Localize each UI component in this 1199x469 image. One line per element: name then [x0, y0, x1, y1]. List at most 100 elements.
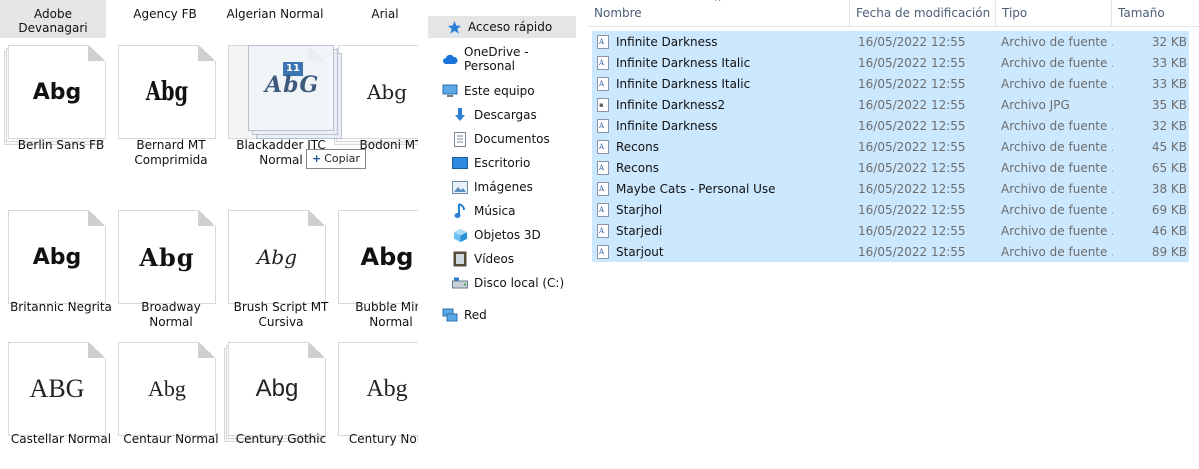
drive-icon — [452, 275, 468, 291]
font-tile-label: Century Gothic — [235, 432, 327, 446]
nav-item-documents[interactable]: Documentos — [428, 128, 580, 150]
file-name: Starjhol — [616, 202, 663, 217]
copy-tooltip-label: Copiar — [324, 152, 360, 165]
music-icon — [452, 203, 468, 219]
table-row[interactable]: A Recons 16/05/2022 12:55 Archivo de fuente… — [592, 136, 1189, 157]
font-sample: Abg — [366, 80, 408, 104]
file-name: Infinite Darkness Italic — [616, 76, 751, 91]
font-file-icon: A — [597, 181, 609, 196]
nav-item-network[interactable]: Red — [428, 304, 580, 326]
nav-item-desktop[interactable]: Escritorio — [428, 152, 580, 174]
font-tile-label: Broadway Normal — [141, 300, 201, 329]
font-label-algerian[interactable]: Algerian Normal — [222, 0, 328, 38]
font-tile-label: Centaur Normal — [123, 432, 219, 446]
file-date: 16/05/2022 12:55 — [858, 181, 966, 196]
nav-label: Acceso rápido — [468, 20, 553, 34]
nav-item-music[interactable]: Música — [428, 200, 580, 222]
nav-label: Imágenes — [474, 180, 533, 194]
file-size: 32 KB — [1151, 118, 1187, 133]
font-tile-label: Berlin Sans FB — [17, 138, 105, 152]
font-label-arial[interactable]: Arial — [332, 0, 418, 38]
column-header-type[interactable]: Tipo — [996, 0, 1112, 26]
font-tile-label: Century Norm — [348, 432, 418, 446]
file-name: Infinite Darkness — [616, 118, 718, 133]
font-sample: Abg — [255, 375, 299, 402]
table-row[interactable]: A Recons 16/05/2022 12:55 Archivo de fuente… — [592, 157, 1189, 178]
file-rows: A Infinite Darkness 16/05/2022 12:55 Archiv… — [592, 31, 1189, 262]
file-name-cell: A Starjhol — [592, 202, 850, 217]
font-file-icon: A — [597, 55, 609, 70]
drag-logo-text: AbG — [265, 72, 320, 98]
file-size: 33 KB — [1151, 76, 1187, 91]
nav-label: Descargas — [474, 108, 537, 122]
file-size: 89 KB — [1151, 244, 1187, 259]
font-tile-label: Bubble MintNormal — [355, 300, 418, 329]
file-name-cell: A Recons — [592, 139, 850, 154]
column-header-date[interactable]: Fecha de modificación — [850, 0, 996, 26]
file-type: Archivo de fuente ... — [1001, 76, 1113, 91]
font-file-icon: A — [597, 34, 609, 49]
file-date: 16/05/2022 12:55 — [858, 34, 966, 49]
file-name: Infinite Darkness — [616, 34, 718, 49]
nav-item-downloads[interactable]: Descargas — [428, 104, 580, 126]
file-name: Infinite Darkness Italic — [616, 55, 751, 70]
table-row[interactable]: A Infinite Darkness 16/05/2022 12:55 Archiv… — [592, 31, 1189, 52]
nav-label: OneDrive - Personal — [464, 45, 529, 73]
nav-label: Música — [474, 204, 516, 218]
font-tile-label: Brush Script MT Cursiva — [233, 300, 329, 329]
table-row[interactable]: A Infinite Darkness Italic 16/05/2022 12:5… — [592, 52, 1189, 73]
nav-item-pictures[interactable]: Imágenes — [428, 176, 580, 198]
file-size: 45 KB — [1151, 139, 1187, 154]
column-header-row: Nombre ^ Fecha de modificación Tipo Tama… — [588, 0, 1199, 27]
font-file-icon: A — [597, 223, 609, 238]
font-label-agency-fb[interactable]: Agency FB — [112, 0, 218, 38]
nav-label: Objetos 3D — [474, 228, 541, 242]
nav-item-quick-access[interactable]: Acceso rápido — [428, 16, 576, 38]
table-row[interactable]: A Maybe Cats - Personal Use 16/05/2022 12:… — [592, 178, 1189, 199]
table-row[interactable]: A Starjout 16/05/2022 12:55 Archivo de fuen… — [592, 241, 1189, 262]
file-size: 35 KB — [1151, 97, 1187, 112]
table-row[interactable]: A Infinite Darkness 16/05/2022 12:55 Archiv… — [592, 115, 1189, 136]
font-file-icon: A — [597, 244, 609, 259]
file-size: 32 KB — [1151, 34, 1187, 49]
nav-label: Vídeos — [474, 252, 515, 266]
font-sample: Abg — [32, 79, 82, 105]
file-type: Archivo de fuente ... — [1001, 34, 1113, 49]
font-tile-label: Britannic Negrita — [10, 300, 112, 314]
font-label-adobe-devanagari[interactable]: Adobe Devanagari — [0, 0, 106, 38]
sort-ascending-icon: ^ — [714, 0, 722, 8]
drag-logo-icon: 11 AbG — [261, 62, 321, 102]
table-row[interactable]: ▪ Infinite Darkness2 16/05/2022 12:55 Archi… — [592, 94, 1189, 115]
column-header-size[interactable]: Tamaño — [1112, 0, 1192, 26]
nav-item-onedrive[interactable]: OneDrive - Personal — [428, 45, 580, 73]
file-name-cell: A Recons — [592, 160, 850, 175]
file-type: Archivo de fuente ... — [1001, 160, 1113, 175]
file-name: Starjout — [616, 244, 664, 259]
nav-label: Red — [464, 308, 487, 322]
star-icon — [446, 19, 462, 35]
file-size: 38 KB — [1151, 181, 1187, 196]
fonts-folder-view: Adobe Devanagari Agency FB Algerian Norma… — [0, 0, 418, 469]
copy-tooltip: + Copiar — [306, 149, 366, 169]
file-size: 65 KB — [1151, 160, 1187, 175]
nav-item-local-disk[interactable]: Disco local (C:) — [428, 272, 580, 294]
file-name: Starjedi — [616, 223, 663, 238]
nav-item-3d-objects[interactable]: Objetos 3D — [428, 224, 580, 246]
font-file-icon: A — [597, 202, 609, 217]
nav-item-videos[interactable]: Vídeos — [428, 248, 580, 270]
file-size: 33 KB — [1151, 55, 1187, 70]
file-date: 16/05/2022 12:55 — [858, 202, 966, 217]
file-type: Archivo de fuente ... — [1001, 55, 1113, 70]
file-type: Archivo JPG — [1001, 97, 1070, 112]
font-file-icon: A — [597, 160, 609, 175]
file-name-cell: A Infinite Darkness — [592, 118, 850, 133]
cloud-icon — [442, 51, 458, 67]
computer-icon — [442, 83, 458, 99]
file-type: Archivo de fuente ... — [1001, 202, 1113, 217]
table-row[interactable]: A Starjedi 16/05/2022 12:55 Archivo de fuen… — [592, 220, 1189, 241]
table-row[interactable]: A Starjhol 16/05/2022 12:55 Archivo de fuen… — [592, 199, 1189, 220]
nav-item-this-pc[interactable]: Este equipo — [428, 80, 580, 102]
table-row[interactable]: A Infinite Darkness Italic 16/05/2022 12:5… — [592, 73, 1189, 94]
file-type: Archivo de fuente ... — [1001, 244, 1113, 259]
pictures-icon — [452, 179, 468, 195]
